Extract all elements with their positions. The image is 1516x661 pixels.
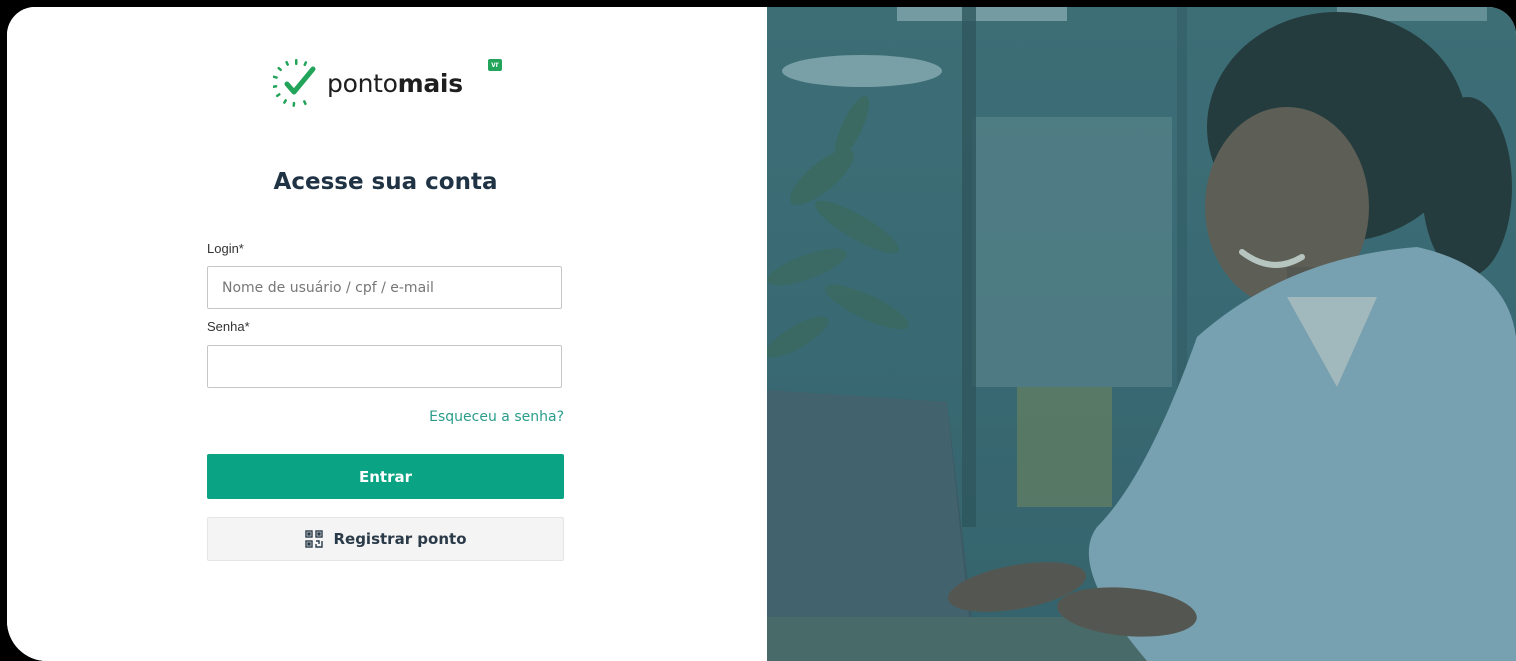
page-title: Acesse sua conta bbox=[273, 169, 498, 195]
pontomais-logo: pontomais vr bbox=[273, 55, 502, 111]
logo-check-icon bbox=[273, 59, 316, 107]
login-label: Login* bbox=[207, 241, 244, 256]
logo-wordmark: pontomais bbox=[327, 68, 463, 98]
hero-photo bbox=[767, 7, 1516, 661]
hero-photo-illustration bbox=[767, 7, 1516, 661]
login-page: pontomais vr Acesse sua conta Login* Sen… bbox=[7, 7, 1516, 661]
register-punch-button[interactable]: Registrar ponto bbox=[207, 517, 564, 561]
login-button[interactable]: Entrar bbox=[207, 454, 564, 499]
logo-badge: vr bbox=[488, 59, 502, 71]
register-punch-label: Registrar ponto bbox=[333, 530, 467, 548]
login-input[interactable] bbox=[207, 266, 562, 309]
forgot-password-link[interactable]: Esqueceu a senha? bbox=[407, 409, 564, 425]
login-panel: pontomais vr Acesse sua conta Login* Sen… bbox=[7, 7, 767, 661]
password-input[interactable] bbox=[207, 345, 562, 388]
password-label: Senha* bbox=[207, 319, 250, 334]
qr-code-icon bbox=[304, 529, 324, 549]
